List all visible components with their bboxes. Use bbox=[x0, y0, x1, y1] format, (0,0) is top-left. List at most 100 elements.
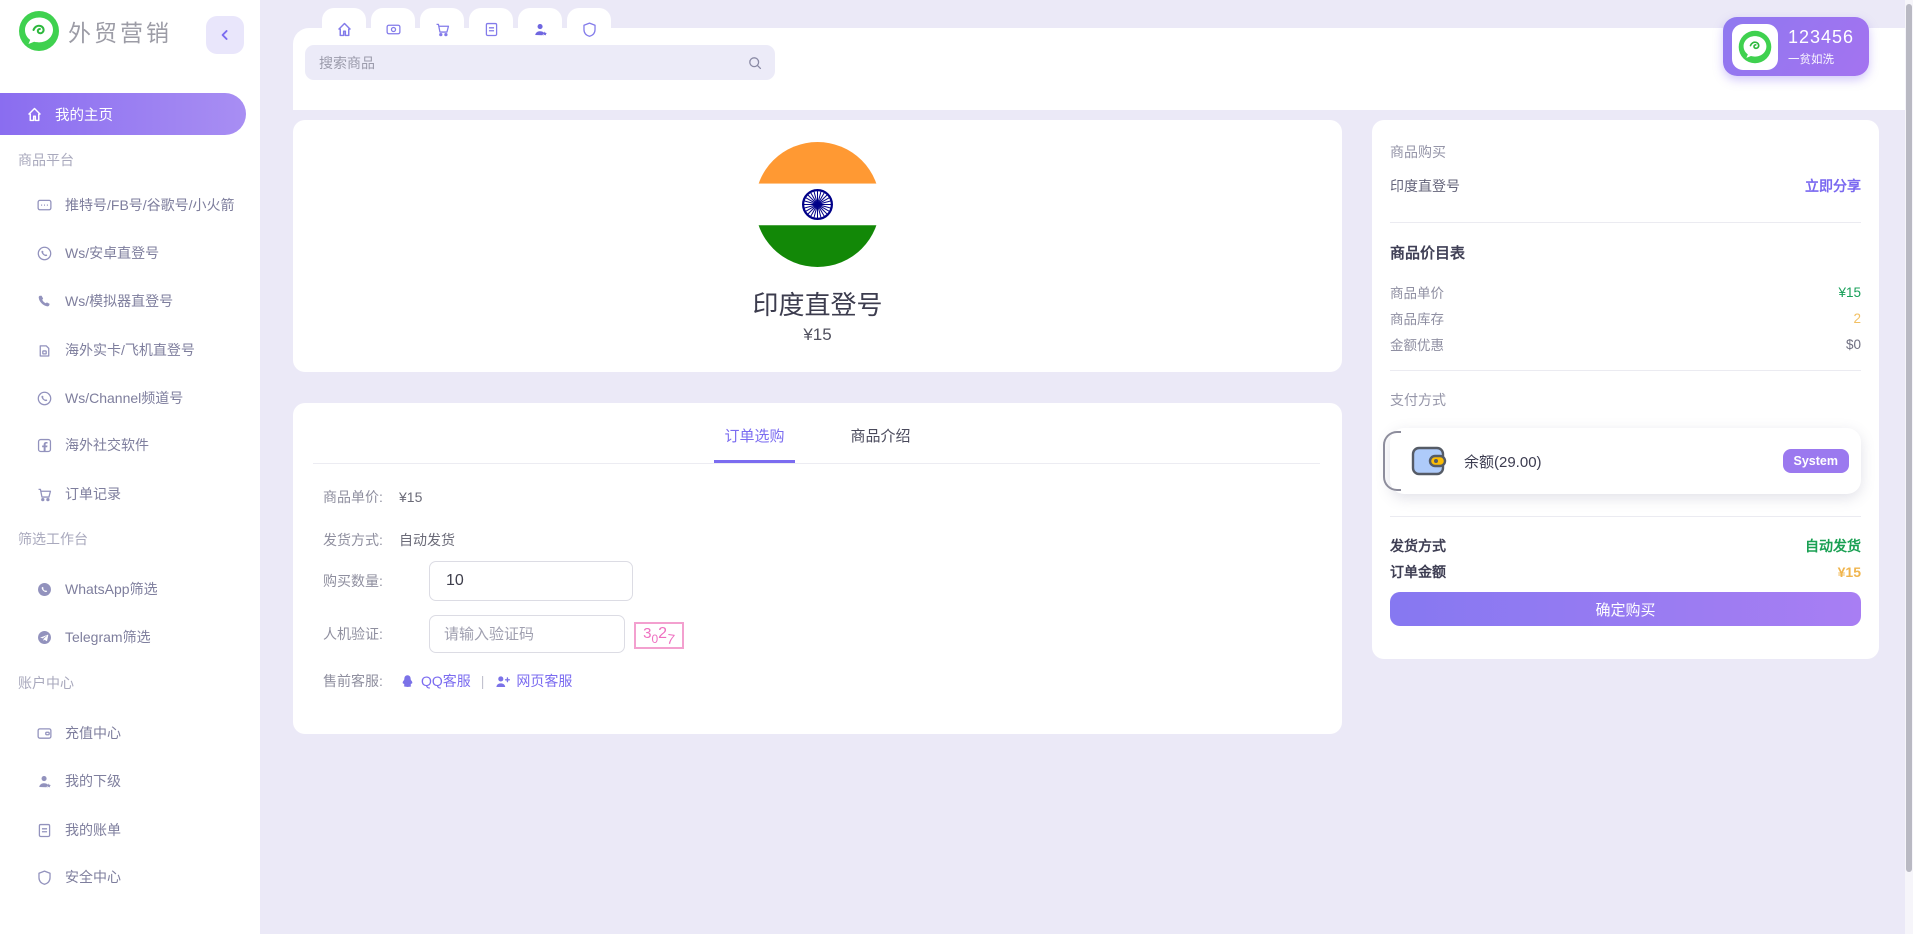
pricelist-row: 商品库存 2 bbox=[1390, 310, 1861, 328]
quantity-input[interactable] bbox=[429, 561, 633, 601]
row-delivery: 发货方式: 自动发货 bbox=[323, 530, 455, 550]
brand-name: 外贸营销 bbox=[68, 20, 172, 46]
web-service-link[interactable]: 网页客服 bbox=[494, 671, 572, 691]
order-tabs: 订单选购 商品介绍 bbox=[293, 425, 1342, 463]
delivery-method-value: 自动发货 bbox=[1805, 538, 1861, 554]
sidebar-item-subordinates[interactable]: 我的下级 bbox=[0, 768, 260, 794]
divider bbox=[1390, 516, 1861, 517]
divider bbox=[313, 463, 1320, 464]
row-service: 售前客服: QQ客服 | 网页客服 bbox=[323, 671, 572, 691]
row-quantity: 购买数量: bbox=[323, 561, 633, 601]
facebook-icon bbox=[36, 437, 53, 454]
brand: 外贸营销 bbox=[18, 10, 172, 52]
telegram-icon bbox=[36, 629, 53, 646]
divider bbox=[1390, 222, 1861, 223]
person-plus-icon bbox=[494, 673, 511, 690]
summary-row-amount: 订单金额 ¥15 bbox=[1390, 564, 1861, 580]
captcha-input[interactable] bbox=[429, 615, 625, 653]
tab-order-select[interactable]: 订单选购 bbox=[714, 425, 795, 463]
product-title: 印度直登号 bbox=[752, 290, 883, 320]
sidebar-item-bills[interactable]: 我的账单 bbox=[0, 817, 260, 843]
product-card: 印度直登号 ¥15 bbox=[293, 120, 1342, 372]
discount-value: $0 bbox=[1845, 336, 1861, 352]
unit-price-value: ¥15 bbox=[1838, 284, 1861, 300]
sidebar-item-label: 我的主页 bbox=[55, 107, 113, 124]
user-meta: 123456 一贫如洗 bbox=[1788, 27, 1854, 67]
purchase-panel: 商品购买 印度直登号 立即分享 商品价目表 商品单价 ¥15 商品库存 2 金额… bbox=[1372, 120, 1879, 659]
captcha-label: 人机验证: bbox=[323, 626, 383, 642]
payment-title: 支付方式 bbox=[1390, 392, 1446, 408]
home-icon bbox=[336, 21, 353, 38]
sidebar: 外贸营销 我的主页 商品平台 推特号/FB号/谷歌号/小火箭 Ws/安卓直登号 … bbox=[0, 0, 260, 934]
sidebar-item-order-history[interactable]: 订单记录 bbox=[0, 481, 260, 507]
tab-security[interactable] bbox=[567, 8, 611, 42]
tab-cart[interactable] bbox=[420, 8, 464, 42]
search-bar bbox=[305, 45, 775, 80]
tab-subordinates[interactable] bbox=[518, 8, 562, 42]
sidebar-section-products: 商品平台 bbox=[18, 152, 74, 168]
cart-icon bbox=[434, 21, 451, 38]
sidebar-item-sim-telegram[interactable]: 海外实卡/飞机直登号 bbox=[0, 337, 260, 363]
shield-icon bbox=[581, 21, 598, 38]
captcha-image[interactable]: 3027 bbox=[634, 622, 684, 649]
qq-service-link[interactable]: QQ客服 bbox=[399, 671, 471, 691]
wallet-icon bbox=[1410, 444, 1448, 478]
tab-home[interactable] bbox=[322, 8, 366, 42]
app-page: 外贸营销 我的主页 商品平台 推特号/FB号/谷歌号/小火箭 Ws/安卓直登号 … bbox=[0, 0, 1913, 934]
scrollbar-thumb[interactable] bbox=[1906, 4, 1912, 872]
service-label: 售前客服: bbox=[323, 673, 383, 689]
pricelist-row: 商品单价 ¥15 bbox=[1390, 284, 1861, 302]
sidebar-item-recharge[interactable]: 充值中心 bbox=[0, 720, 260, 746]
sidebar-item-ws-channel[interactable]: Ws/Channel频道号 bbox=[0, 385, 260, 411]
confirm-buy-button[interactable]: 确定购买 bbox=[1390, 592, 1861, 626]
whatsapp-icon bbox=[36, 390, 53, 407]
sidebar-item-ws-emulator[interactable]: Ws/模拟器直登号 bbox=[0, 288, 260, 314]
quantity-label: 购买数量: bbox=[323, 573, 383, 589]
unit-price-value: ¥15 bbox=[399, 489, 423, 505]
sidebar-item-home[interactable]: 我的主页 bbox=[0, 93, 246, 135]
phone-icon bbox=[36, 293, 53, 310]
user-name: 123456 bbox=[1788, 26, 1855, 47]
payment-method-balance[interactable]: 余额(29.00) System bbox=[1383, 428, 1861, 494]
row-unit-price: 商品单价: ¥15 bbox=[323, 487, 422, 507]
sidebar-item-whatsapp-filter[interactable]: WhatsApp筛选 bbox=[0, 576, 260, 602]
cart-icon bbox=[36, 486, 53, 503]
user-badge[interactable]: 123456 一贫如洗 bbox=[1723, 17, 1869, 76]
chat-icon bbox=[36, 197, 53, 214]
whatsapp-icon bbox=[36, 245, 53, 262]
delivery-label: 发货方式: bbox=[323, 532, 383, 548]
sidebar-item-social-accounts[interactable]: 推特号/FB号/谷歌号/小火箭 bbox=[0, 192, 260, 218]
sidebar-item-security[interactable]: 安全中心 bbox=[0, 864, 260, 890]
order-card: 订单选购 商品介绍 商品单价: ¥15 发货方式: 自动发货 购买数量: 人机验… bbox=[293, 403, 1342, 734]
qq-icon bbox=[399, 673, 416, 690]
row-captcha: 人机验证: 3027 bbox=[323, 615, 684, 653]
sidebar-collapse-button[interactable] bbox=[206, 16, 244, 54]
header-icon-tabs bbox=[322, 8, 611, 42]
shield-icon bbox=[36, 869, 53, 886]
sidebar-item-ws-android[interactable]: Ws/安卓直登号 bbox=[0, 240, 260, 266]
order-amount-value: ¥15 bbox=[1837, 564, 1861, 580]
tab-bills[interactable] bbox=[469, 8, 513, 42]
panel-title: 商品购买 bbox=[1390, 144, 1446, 160]
panel-product-name: 印度直登号 bbox=[1390, 178, 1460, 194]
divider bbox=[1390, 370, 1861, 371]
bill-icon bbox=[483, 21, 500, 38]
sidebar-item-overseas-social[interactable]: 海外社交软件 bbox=[0, 432, 260, 458]
search-icon[interactable] bbox=[747, 55, 763, 71]
user-avatar bbox=[1732, 23, 1778, 70]
service-separator: | bbox=[480, 673, 485, 689]
share-link[interactable]: 立即分享 bbox=[1805, 176, 1861, 196]
tab-product-intro[interactable]: 商品介绍 bbox=[841, 425, 921, 463]
sidebar-section-account: 账户中心 bbox=[18, 675, 74, 691]
sidebar-item-telegram-filter[interactable]: Telegram筛选 bbox=[0, 624, 260, 650]
search-input[interactable] bbox=[305, 54, 747, 71]
sidebar-section-filter: 筛选工作台 bbox=[18, 531, 88, 547]
scrollbar-track bbox=[1905, 0, 1913, 934]
unit-price-label: 商品单价: bbox=[323, 489, 383, 505]
tab-recharge[interactable] bbox=[371, 8, 415, 42]
wallet-icon bbox=[36, 725, 53, 742]
summary-row-delivery: 发货方式 自动发货 bbox=[1390, 538, 1861, 554]
product-price: ¥15 bbox=[803, 325, 832, 344]
bill-icon bbox=[36, 822, 53, 839]
panel-product-row: 印度直登号 立即分享 bbox=[1390, 176, 1861, 196]
